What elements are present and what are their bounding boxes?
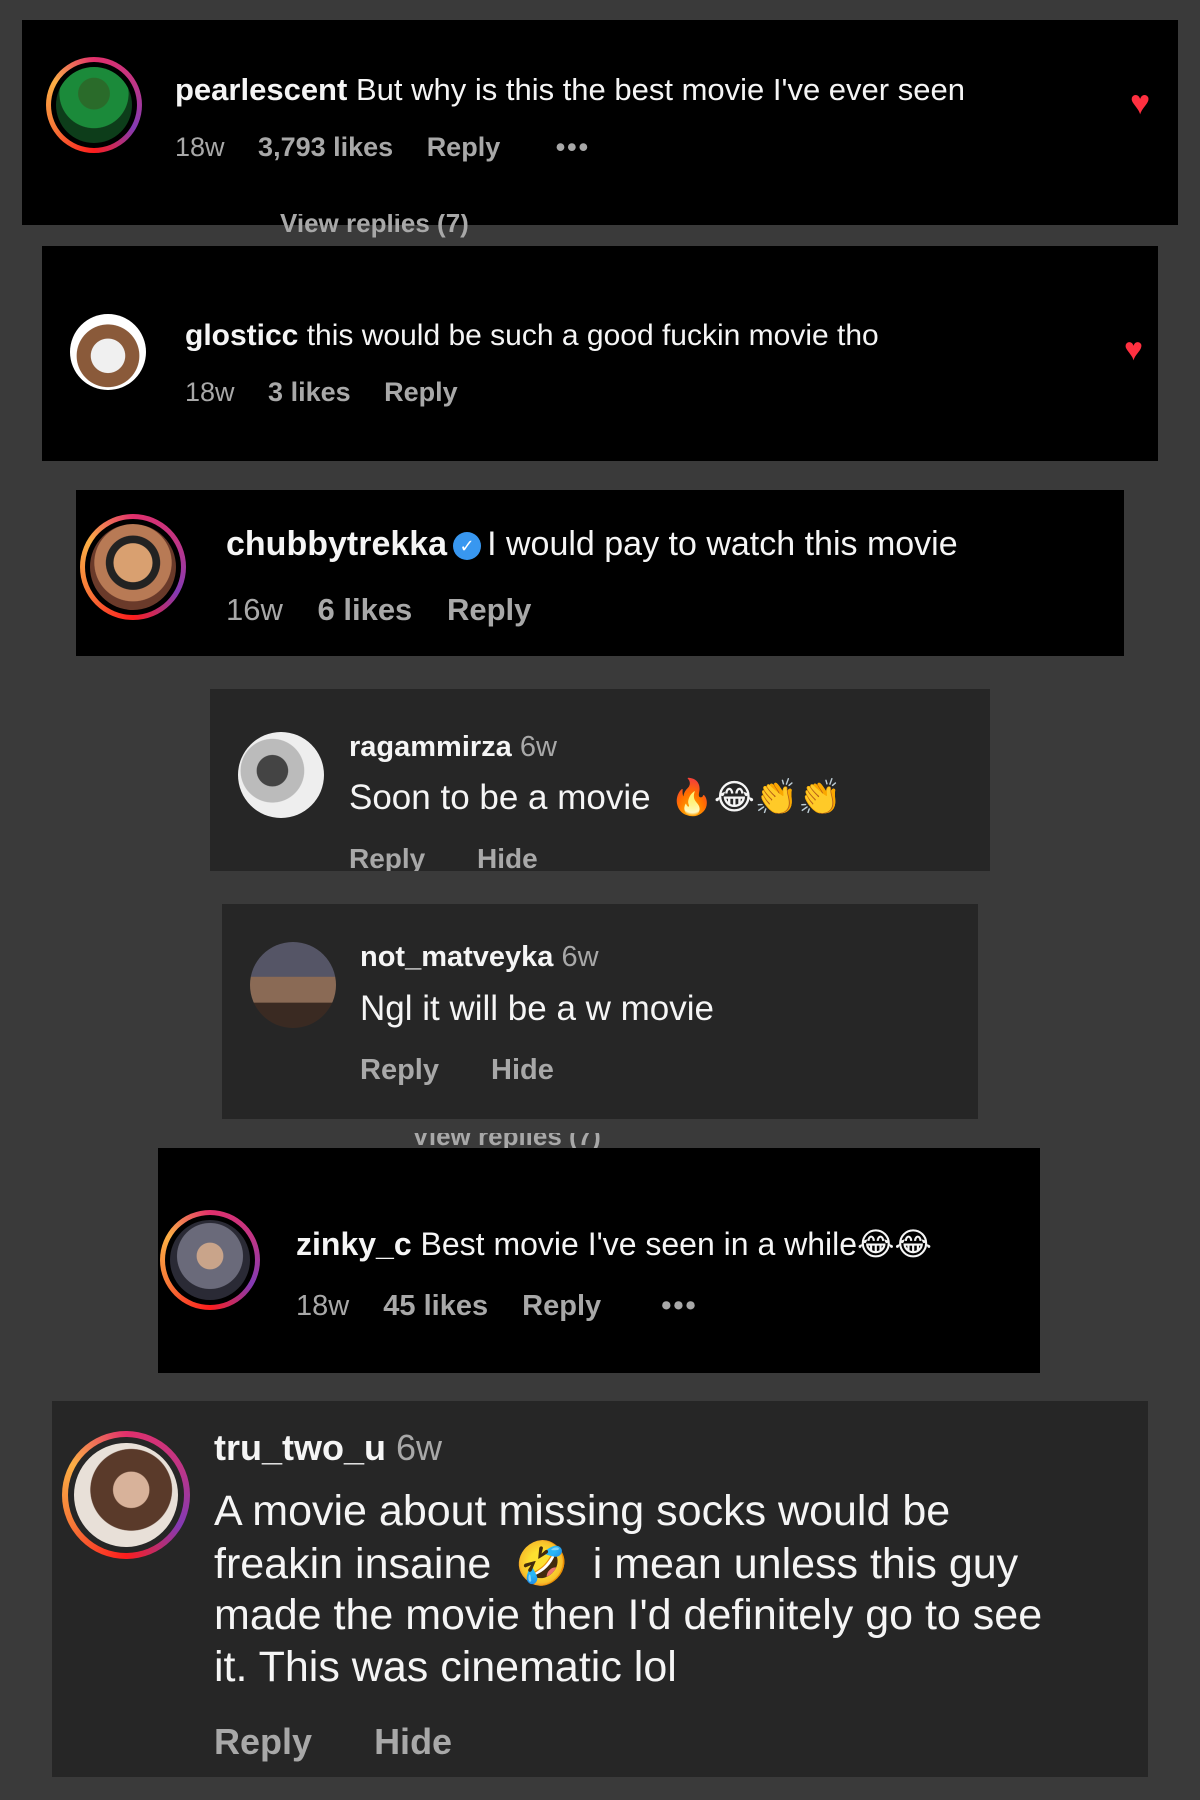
comment-text: I would pay to watch this movie: [487, 525, 958, 563]
reply-button[interactable]: Reply: [427, 132, 501, 162]
avatar[interactable]: [70, 314, 146, 390]
view-replies-link[interactable]: View replies (7): [412, 1133, 601, 1148]
reply-button[interactable]: Reply: [522, 1290, 601, 1322]
hide-button[interactable]: Hide: [491, 1054, 554, 1086]
comment-text: this would be such a good fuckin movie t…: [306, 319, 879, 352]
emoji-group: 😂😂: [857, 1225, 932, 1263]
username[interactable]: tru_two_u: [214, 1427, 386, 1468]
timestamp: 18w: [175, 132, 225, 162]
comment-card: chubbytrekka ✓ I would pay to watch this m…: [76, 490, 1124, 656]
avatar[interactable]: [170, 1220, 250, 1300]
reply-button[interactable]: Reply: [360, 1054, 439, 1086]
reply-button[interactable]: Reply: [384, 377, 458, 407]
reply-card: tru_two_u 6w A movie about missing socks…: [52, 1401, 1148, 1777]
likes-count[interactable]: 3 likes: [268, 377, 351, 407]
username[interactable]: glosticc: [185, 319, 298, 352]
reply-card: not_matveyka 6w Ngl it will be a w movie…: [222, 904, 978, 1119]
reply-button[interactable]: Reply: [214, 1721, 312, 1762]
more-options-icon[interactable]: •••: [661, 1290, 697, 1322]
username[interactable]: ragammirza: [349, 731, 512, 763]
comment-text: But why is this the best movie I've ever…: [355, 72, 965, 107]
reply-card: ragammirza 6w Soon to be a movie 🔥😂👏👏 Re…: [210, 689, 990, 871]
hide-button[interactable]: Hide: [477, 843, 538, 871]
timestamp: 18w: [296, 1290, 350, 1322]
emoji-group: 🔥😂👏👏: [670, 778, 842, 818]
comment-card: glosticc this would be such a good fucki…: [42, 246, 1158, 461]
comment-text-line: freakin insaine: [214, 1540, 492, 1588]
view-replies-link[interactable]: View replies (7): [280, 214, 469, 246]
comment-text-line: made the movie then I'd definitely go to…: [214, 1591, 1043, 1639]
timestamp: 6w: [561, 941, 599, 973]
avatar[interactable]: [56, 67, 132, 143]
verified-badge-icon: ✓: [453, 532, 482, 561]
heart-icon[interactable]: ♥: [1124, 331, 1143, 368]
reply-button[interactable]: Reply: [349, 843, 425, 871]
reply-button[interactable]: Reply: [447, 592, 531, 627]
likes-count[interactable]: 3,793 likes: [258, 132, 393, 162]
timestamp: 18w: [185, 377, 235, 407]
likes-count[interactable]: 6 likes: [318, 592, 413, 627]
comment-text: Ngl it will be a w movie: [360, 989, 714, 1028]
rofl-emoji: 🤣: [515, 1539, 569, 1589]
comment-text: Soon to be a movie: [349, 778, 651, 817]
avatar[interactable]: [90, 524, 176, 610]
username[interactable]: zinky_c: [296, 1226, 412, 1262]
likes-count[interactable]: 45 likes: [383, 1290, 488, 1322]
timestamp: 16w: [226, 592, 283, 627]
hide-button[interactable]: Hide: [374, 1721, 452, 1762]
comment-card: pearlescent But why is this the best mov…: [22, 20, 1178, 225]
timestamp: 6w: [519, 731, 557, 763]
username[interactable]: chubbytrekka: [226, 525, 447, 563]
username[interactable]: pearlescent: [175, 72, 347, 107]
timestamp: 6w: [396, 1427, 443, 1468]
comment-text-line: A movie about missing socks would be: [214, 1487, 951, 1535]
avatar[interactable]: [74, 1443, 178, 1547]
username[interactable]: not_matveyka: [360, 941, 553, 973]
comment-text-line: i mean unless this guy: [592, 1540, 1019, 1588]
heart-icon[interactable]: ♥: [1130, 84, 1150, 123]
comment-text-line: it. This was cinematic lol: [214, 1643, 677, 1691]
comment-card: zinky_c Best movie I've seen in a while😂…: [158, 1148, 1040, 1373]
comment-text: Best movie I've seen in a while: [420, 1226, 858, 1262]
avatar[interactable]: [238, 732, 324, 818]
avatar[interactable]: [250, 942, 336, 1028]
more-options-icon[interactable]: •••: [556, 132, 590, 162]
